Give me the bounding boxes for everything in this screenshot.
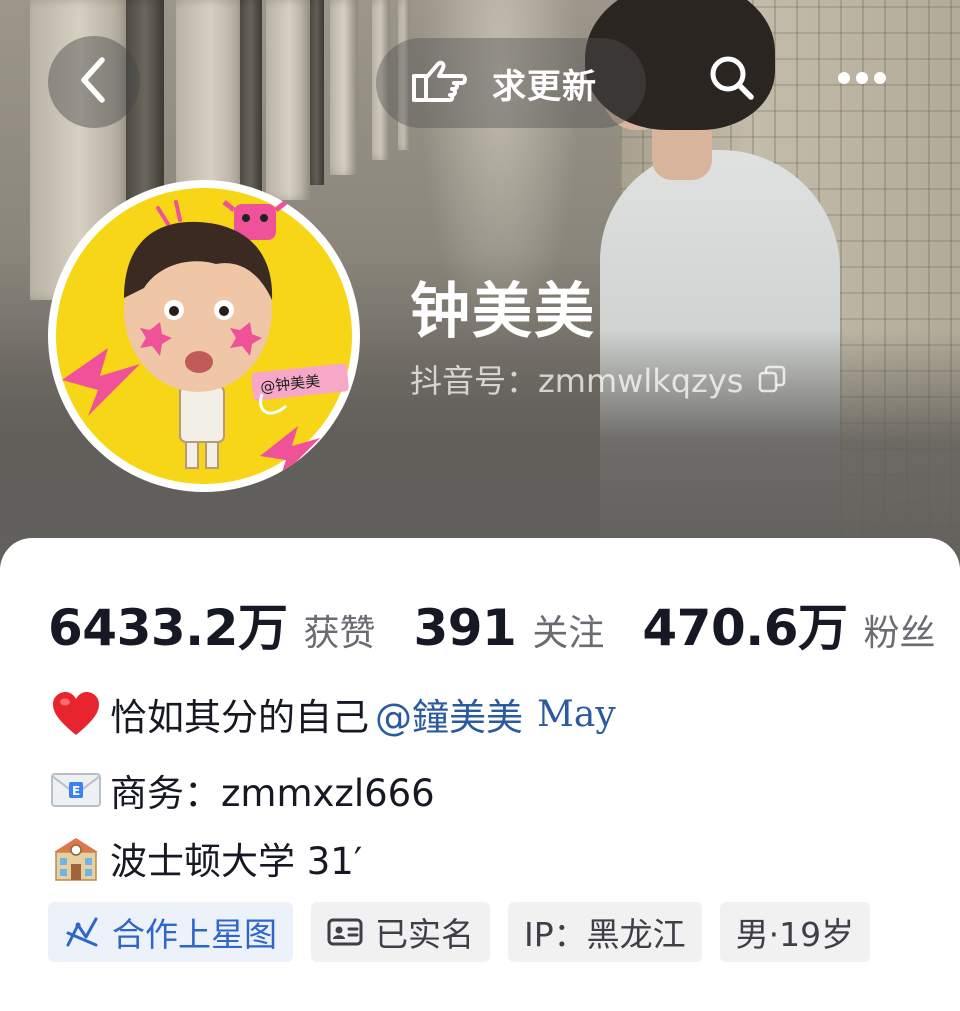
more-horizontal-icon [836, 70, 888, 90]
request-update-label: 求更新 [492, 66, 597, 107]
stat-followers[interactable]: 470.6万 粉丝 [642, 588, 935, 660]
pointing-hand-icon [408, 56, 470, 110]
bio-school-text: 波士顿大学 31′ [110, 840, 363, 883]
stats-row: 6433.2万 获赞 391 关注 470.6万 粉丝 [48, 588, 936, 660]
stat-likes-label: 获赞 [303, 613, 376, 654]
stat-following-value: 391 [413, 599, 517, 657]
copy-icon[interactable] [757, 364, 787, 394]
profile-tags: 合作上星图 已实名 IP：黑龙江 男·19岁 [48, 902, 871, 962]
bio-line-business: E 商务：zmmxzl666 [48, 764, 435, 816]
svg-text:E: E [72, 784, 80, 798]
avatar[interactable]: @钟美美 [48, 180, 360, 492]
bio-line-school: 波士顿大学 31′ [48, 830, 362, 886]
bio-mention-english[interactable]: May [537, 694, 616, 735]
cover-pillar [266, 0, 312, 200]
envelope-icon: E [48, 762, 104, 818]
tag-ip-location: IP：黑龙江 [508, 902, 702, 962]
cover-pillar [330, 0, 358, 175]
more-button[interactable] [818, 36, 906, 124]
red-heart-icon [48, 686, 104, 742]
douyin-id[interactable]: 抖音号：zmmwlkqzys [410, 356, 787, 402]
stat-following-label: 关注 [532, 613, 605, 654]
bio-mention-link[interactable]: @鐘美美 [375, 687, 523, 741]
tag-gender-age-label: 男·19岁 [735, 915, 855, 954]
id-card-icon [327, 917, 363, 947]
search-icon [706, 52, 758, 108]
bio-line-signature: 恰如其分的自己 @鐘美美 May [48, 686, 616, 742]
tag-star-map[interactable]: 合作上星图 [48, 902, 293, 962]
tag-verified-name-label: 已实名 [375, 915, 474, 954]
tag-ip-location-label: IP：黑龙江 [524, 915, 686, 954]
stat-following[interactable]: 391 关注 [413, 599, 604, 657]
bio-business-text: 商务：zmmxzl666 [110, 772, 435, 815]
tag-verified-name[interactable]: 已实名 [311, 902, 490, 962]
douyin-id-text: 抖音号：zmmwlkqzys [410, 362, 744, 400]
chevron-left-icon [74, 54, 114, 110]
profile-info-card: 6433.2万 获赞 391 关注 470.6万 粉丝 恰如其分的自己 @鐘美美… [0, 538, 960, 1011]
tag-gender-age: 男·19岁 [719, 902, 871, 962]
star-map-icon [64, 915, 100, 949]
tag-star-map-label: 合作上星图 [112, 915, 277, 954]
cover-pillar [310, 0, 324, 185]
profile-name: 钟美美 [410, 277, 596, 347]
request-update-button[interactable]: 求更新 [376, 38, 646, 128]
cover-pillar [240, 0, 262, 210]
stat-likes-value: 6433.2万 [48, 599, 288, 657]
back-button[interactable] [48, 36, 140, 128]
stat-likes[interactable]: 6433.2万 获赞 [48, 588, 375, 660]
school-building-icon [48, 830, 104, 886]
stat-followers-label: 粉丝 [863, 613, 936, 654]
stat-followers-value: 470.6万 [642, 599, 848, 657]
search-button[interactable] [688, 36, 776, 124]
bio-signature-text: 恰如其分的自己 [110, 696, 369, 739]
